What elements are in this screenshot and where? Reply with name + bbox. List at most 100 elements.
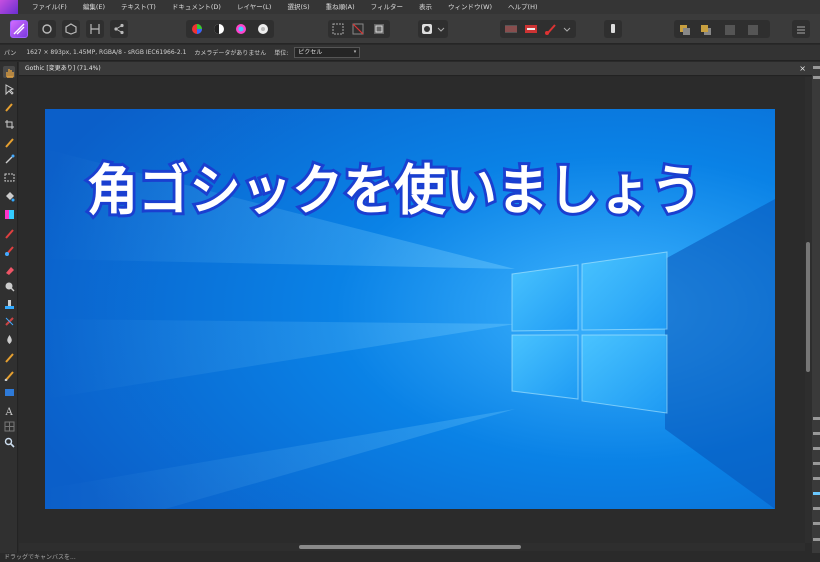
assistant-icon [611,24,615,33]
workspace[interactable]: 角ゴシックを使いましょう [19,77,805,543]
menu-select[interactable]: 選択(S) [279,0,317,14]
crop-tool[interactable] [3,118,15,130]
panel-grip-icon [813,507,820,510]
menu-bar: ファイル(F) 編集(E) テキスト(T) ドキュメント(D) レイヤー(L) … [0,0,820,14]
invert-selection-icon[interactable] [374,24,384,34]
panel-toggle-button[interactable] [792,20,810,38]
liquify-persona-button[interactable] [38,20,56,38]
liquify-persona-icon [42,24,52,34]
arrange-back-icon[interactable] [680,25,690,35]
status-hint: ドラッグでキャンバスを... [4,554,76,561]
document-info[interactable]: 1627 × 893px, 1.45MP, RGBA/8 - sRGB IEC6… [20,49,190,56]
channels-icon[interactable] [505,25,517,33]
blur-tool[interactable] [3,333,15,345]
camera-info[interactable]: カメラデータがありません [190,48,270,57]
menu-layer[interactable]: レイヤー(L) [229,0,280,14]
panel-grip-icon [813,492,820,495]
contrast-icon[interactable] [214,24,224,34]
pen-tool[interactable] [3,369,15,381]
dodge-tool[interactable] [3,280,15,292]
marquee-icon[interactable] [332,23,344,35]
panel-grip-icon [813,462,820,465]
panel-grip-icon [813,432,820,435]
white-balance-icon[interactable] [258,24,268,34]
tools-panel: A [0,62,18,562]
deselect-icon[interactable] [352,23,364,35]
panel-grip-icon [813,522,820,525]
panel-grip-icon [813,417,820,420]
menu-window[interactable]: ウィンドウ(W) [440,0,500,14]
brush-assist-icon[interactable] [545,24,556,35]
unit-select[interactable]: ピクセル ▾ [294,47,361,58]
arrange-bottom-icon[interactable] [748,25,758,35]
eyedropper-icon [4,102,13,112]
menu-filter[interactable]: フィルター [363,0,411,14]
blur-icon [6,334,12,344]
dodge-icon [5,282,14,291]
svg-text:A: A [4,407,13,416]
mesh-icon [4,421,14,431]
vertical-scroll-thumb[interactable] [806,242,810,372]
pointer-icon [5,83,14,95]
export-persona-button[interactable] [110,20,128,38]
menu-document[interactable]: ドキュメント(D) [164,0,229,14]
eraser-icon [5,266,14,275]
hue-icon[interactable] [236,24,246,34]
color-replace-tool[interactable] [3,244,15,256]
canvas-headline-text[interactable]: 角ゴシックを使いましょう [84,156,705,225]
menu-text[interactable]: テキスト(T) [113,0,164,14]
healing-tool[interactable] [3,315,15,327]
red-mask-icon[interactable] [525,25,537,33]
vertical-scrollbar[interactable] [805,77,812,543]
assistant-button[interactable] [604,20,622,38]
mesh-warp-tool[interactable] [3,420,15,432]
marquee-tool[interactable] [3,171,15,183]
panel-grip-icon [813,477,820,480]
fill-tool[interactable] [3,190,15,202]
color-wheel-icon[interactable] [192,24,202,34]
bucket-icon [5,191,14,201]
view-tool[interactable] [3,66,15,78]
paint-brush-tool[interactable] [3,227,15,239]
flood-select-tool[interactable] [3,152,15,164]
horizontal-scrollbar[interactable] [19,543,805,551]
document-tab-title: Gothic [変更あり] (71.4%) [25,65,101,72]
menu-arrange[interactable]: 重ね順(A) [318,0,363,14]
right-panel-strip[interactable] [812,62,820,562]
arrange-front-icon[interactable] [725,25,735,35]
menu-view[interactable]: 表示 [411,0,440,14]
selection-brush-icon [4,137,14,148]
horizontal-scroll-thumb[interactable] [299,545,521,549]
shape-tool[interactable] [3,386,15,398]
healing-icon [4,316,14,326]
menu-file[interactable]: ファイル(F) [24,0,75,14]
document-canvas[interactable]: 角ゴシックを使いましょう [45,109,775,509]
selection-brush-tool[interactable] [3,136,15,148]
artistic-text-tool[interactable]: A [3,404,15,416]
arrange-forward-icon[interactable] [701,25,711,35]
selection-button-group [328,20,390,38]
menu-edit[interactable]: 編集(E) [75,0,113,14]
photo-persona-button[interactable] [10,20,28,38]
clone-tool[interactable] [3,298,15,310]
move-tool[interactable] [3,83,15,95]
erase-tool[interactable] [3,263,15,275]
gradient-tool[interactable] [3,208,15,220]
menu-help[interactable]: ヘルプ(H) [500,0,545,14]
document-tab[interactable]: Gothic [変更あり] (71.4%) × [19,62,812,76]
color-picker-tool[interactable] [3,100,15,112]
tone-mapping-persona-button[interactable] [86,20,104,38]
main-toolbar [0,14,820,44]
develop-persona-button[interactable] [62,20,80,38]
chevron-down-icon[interactable] [437,27,445,32]
affinity-photo-logo-icon[interactable] [0,0,18,14]
zoom-tool[interactable] [3,436,15,448]
chevron-down-icon[interactable] [563,27,571,32]
rectangle-icon [4,388,14,396]
panel-grip-icon [813,76,820,79]
close-document-icon[interactable]: × [799,62,806,76]
mask-mode-icon[interactable] [422,24,432,34]
smudge-tool[interactable] [3,351,15,363]
tone-mapping-persona-icon [90,24,100,34]
current-tool-label: パン [4,50,17,57]
